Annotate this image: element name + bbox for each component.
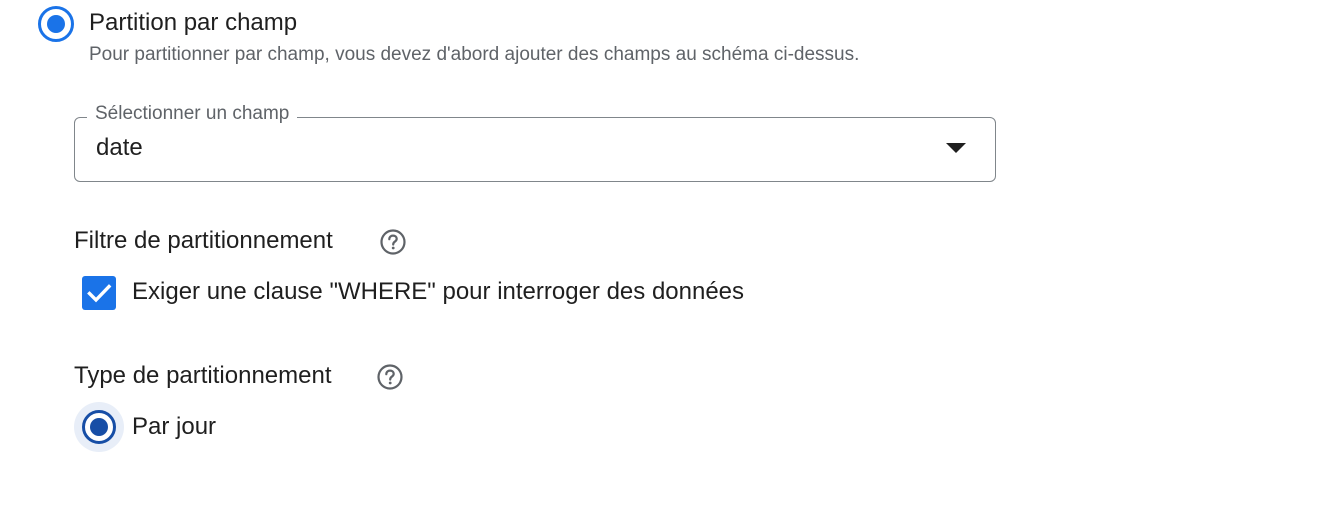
arrow-drop-down-icon[interactable] [946, 143, 966, 153]
partition-by-field-label[interactable]: Partition par champ [89, 9, 297, 37]
check-icon [87, 284, 112, 303]
field-select[interactable] [74, 117, 996, 182]
field-select-label: Sélectionner un champ [87, 103, 298, 125]
help-circle-icon[interactable] [376, 363, 404, 391]
daily-partition-label[interactable]: Par jour [132, 413, 216, 441]
radio-selected-dot [90, 418, 108, 436]
partition-type-title: Type de partitionnement [74, 362, 332, 389]
partition-filter-title: Filtre de partitionnement [74, 227, 333, 254]
partition-helper-text: Pour partitionner par champ, vous devez … [89, 44, 860, 65]
require-where-checkbox[interactable] [82, 276, 116, 310]
require-where-label[interactable]: Exiger une clause "WHERE" pour interroge… [132, 278, 744, 306]
field-select-value[interactable]: date [96, 134, 143, 162]
daily-partition-radio[interactable] [82, 410, 116, 444]
partition-by-field-radio[interactable] [38, 6, 74, 42]
radio-selected-dot [47, 15, 65, 33]
help-circle-icon[interactable] [379, 228, 407, 256]
